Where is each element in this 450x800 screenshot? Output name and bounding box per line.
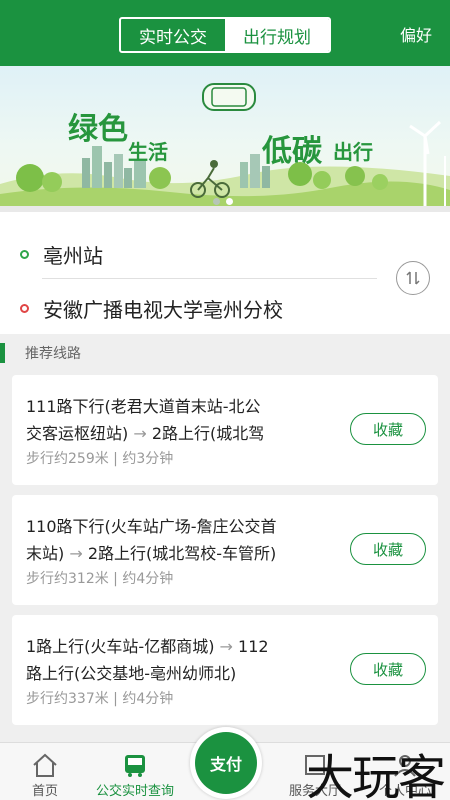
transfer-arrow-icon: →: [219, 637, 233, 656]
route-card[interactable]: 110路下行(火车站广场-詹庄公交首 末站) → 2路上行(城北驾校-车管所) …: [12, 495, 438, 605]
destination-field[interactable]: 安徽广播电视大学亳州分校: [20, 294, 283, 323]
pay-button[interactable]: 支付: [195, 732, 257, 794]
banner-text-lowcarbon: 低碳: [262, 134, 322, 169]
favorite-button[interactable]: 收藏: [350, 533, 426, 565]
promo-banner[interactable]: 绿色 生活 低碳 出行: [0, 66, 450, 212]
top-header: 实时公交 出行规划 偏好: [0, 0, 450, 66]
transfer-arrow-icon: →: [69, 544, 83, 563]
bus-icon: [125, 755, 145, 777]
section-title: 推荐线路: [25, 346, 81, 362]
swap-vertical-icon[interactable]: [396, 261, 430, 295]
tab-label: 服务大厅: [288, 784, 341, 799]
route-card[interactable]: 1路上行(火车站-亿都商城) → 112 路上行(公交基地-亳州幼师北) 步行约…: [12, 615, 438, 725]
tab-home[interactable]: 首页: [0, 743, 90, 800]
pager-dot: [213, 198, 220, 205]
route-card-meta: 步行约337米 | 约4分钟: [26, 691, 174, 707]
route-segment: 交客运枢纽站): [26, 424, 129, 443]
banner-text-life: 生活: [128, 140, 168, 164]
tab-personal-center[interactable]: 个人中心: [360, 743, 450, 800]
route-segment: 2路上行(城北驾: [151, 424, 265, 443]
tab-trip-planning[interactable]: 出行规划: [225, 19, 329, 51]
origin-text: 亳州站: [43, 244, 103, 268]
tab-label: 个人中心: [378, 784, 431, 799]
banner-pager: [213, 198, 233, 205]
heading-accent-bar: [0, 343, 5, 363]
transfer-arrow-icon: →: [133, 424, 147, 443]
route-segment: 112: [238, 637, 269, 656]
route-panel: 亳州站 安徽广播电视大学亳州分校: [0, 212, 450, 334]
tab-label: 首页: [31, 784, 58, 799]
service-icon: [305, 755, 325, 775]
origin-marker-icon: [20, 250, 29, 259]
banner-text-green: 绿色: [68, 112, 128, 147]
route-card-meta: 步行约312米 | 约4分钟: [26, 571, 174, 587]
destination-text: 安徽广播电视大学亳州分校: [43, 298, 283, 322]
route-card-title: 1路上行(火车站-亿都商城) → 112 路上行(公交基地-亳州幼师北): [26, 633, 336, 687]
recommended-routes-heading: 推荐线路: [0, 342, 81, 364]
tab-bus-realtime[interactable]: 公交实时查询: [90, 743, 180, 800]
route-segment: 2路上行(城北驾校-车管所): [87, 544, 277, 563]
route-card-title: 110路下行(火车站广场-詹庄公交首 末站) → 2路上行(城北驾校-车管所): [26, 513, 336, 567]
route-card[interactable]: 111路下行(老君大道首末站-北公 交客运枢纽站) → 2路上行(城北驾 步行约…: [12, 375, 438, 485]
tab-service-hall[interactable]: 服务大厅: [270, 743, 360, 800]
user-icon: [394, 755, 416, 777]
route-line: 路上行(公交基地-亳州幼师北): [26, 664, 237, 683]
tab-label: 公交实时查询: [95, 784, 174, 799]
pager-dot-active: [226, 198, 233, 205]
banner-text-travel: 出行: [333, 140, 373, 164]
route-line: 111路下行(老君大道首末站-北公: [26, 397, 261, 416]
favorite-button[interactable]: 收藏: [350, 653, 426, 685]
favorite-button[interactable]: 收藏: [350, 413, 426, 445]
route-divider: [42, 278, 377, 279]
route-segment: 1路上行(火车站-亿都商城): [26, 637, 215, 656]
route-segment: 末站): [26, 544, 65, 563]
mode-segmented-control: 实时公交 出行规划: [119, 17, 331, 53]
route-line: 110路下行(火车站广场-詹庄公交首: [26, 517, 277, 536]
route-card-title: 111路下行(老君大道首末站-北公 交客运枢纽站) → 2路上行(城北驾: [26, 393, 336, 447]
preference-button[interactable]: 偏好: [400, 22, 432, 46]
home-icon: [33, 753, 57, 777]
route-card-meta: 步行约259米 | 约3分钟: [26, 451, 174, 467]
tab-realtime-bus[interactable]: 实时公交: [121, 19, 225, 51]
origin-field[interactable]: 亳州站: [20, 240, 103, 269]
destination-marker-icon: [20, 304, 29, 313]
